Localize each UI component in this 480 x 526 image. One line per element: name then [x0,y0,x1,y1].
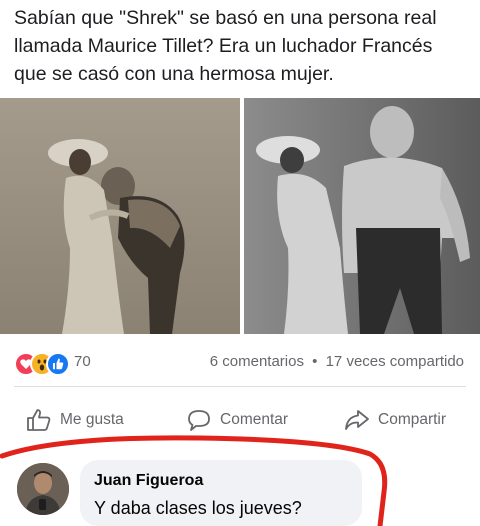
comment-author[interactable]: Juan Figueroa [94,472,203,490]
thumbs-up-icon [27,409,51,431]
like-reaction-icon [46,352,70,376]
post-stats: 70 6 comentarios • 17 veces compartido [0,346,480,378]
photo-couple-bent[interactable] [0,98,240,334]
comment-bubble: Juan Figueroa Y daba clases los jueves? [80,460,362,526]
share-button[interactable]: Compartir [344,408,446,432]
comment-text: Y daba clases los jueves? [94,498,302,518]
comment-bubble-icon [188,410,210,431]
action-bar: Me gusta Comentar Compartir [0,398,480,442]
avatar[interactable] [17,463,69,515]
comment-share-stats: 6 comentarios • 17 veces compartido [208,353,466,370]
share-arrow-icon [345,410,369,430]
comments-count[interactable]: 6 comentarios [210,353,304,370]
comment-item: Juan Figueroa Y daba clases los jueves? [0,452,480,526]
share-label: Compartir [378,411,447,428]
post-text: Sabían que "Shrek" se basó en una person… [14,7,437,85]
comment-button[interactable]: Comentar [186,408,288,432]
comment-label: Comentar [220,411,289,428]
like-button[interactable]: Me gusta [26,408,124,432]
post-photos[interactable] [0,98,480,334]
divider [14,386,466,387]
reaction-count[interactable]: 70 [74,353,91,370]
stats-separator: • [312,353,318,370]
photo-couple-standing[interactable] [244,98,480,334]
like-label: Me gusta [60,411,124,428]
shares-count[interactable]: 17 veces compartido [326,353,464,370]
